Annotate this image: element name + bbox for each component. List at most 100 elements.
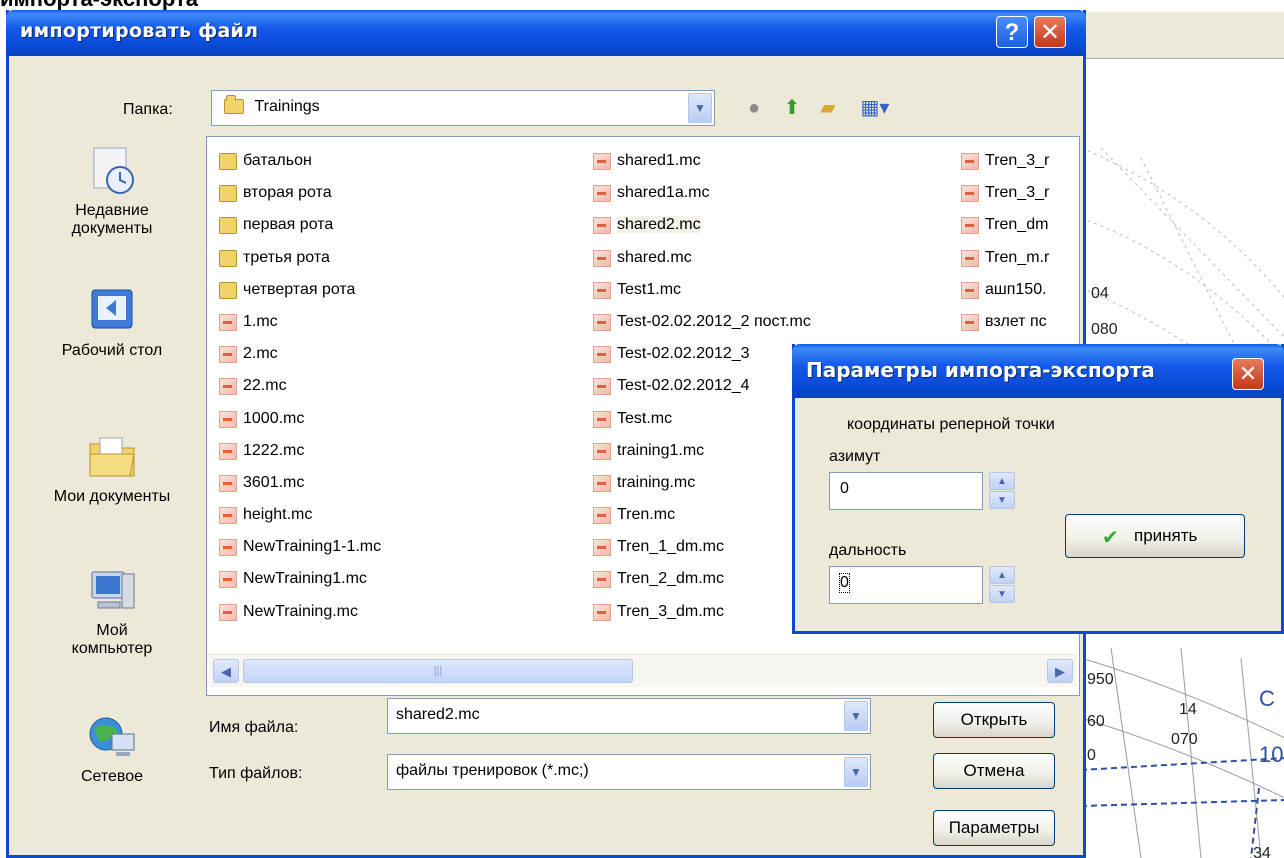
list-item[interactable]: третья рота (213, 242, 381, 274)
mc-file-icon (219, 346, 237, 364)
spin-up-icon[interactable]: ▲ (989, 472, 1015, 490)
list-item[interactable]: Tren_dm (955, 209, 1075, 241)
file-name: 22.mc (243, 377, 287, 395)
list-item[interactable]: Tren_m.r (955, 242, 1075, 274)
list-item[interactable]: взлет пс (955, 306, 1075, 338)
list-item[interactable]: shared1a.mc (587, 177, 811, 209)
range-field[interactable]: 0 (829, 566, 983, 604)
file-name: Test-02.02.2012_2 пост.mc (617, 312, 811, 330)
spin-up-icon[interactable]: ▲ (989, 566, 1015, 584)
list-item[interactable]: training.mc (587, 467, 811, 499)
mc-file-icon (593, 603, 611, 621)
mc-file-icon (593, 153, 611, 170)
list-item[interactable]: height.mc (213, 499, 381, 531)
dialog-titlebar[interactable]: импортировать файл ? ✕ (6, 10, 1086, 56)
azimuth-value[interactable]: 0 (840, 480, 849, 498)
azimuth-field[interactable]: 0 (829, 472, 983, 510)
list-item[interactable]: shared1.mc (587, 145, 811, 177)
list-item[interactable]: Tren_3_r (955, 145, 1075, 177)
list-item[interactable]: 22.mc (213, 370, 381, 402)
mc-file-icon (219, 442, 237, 460)
new-folder-icon[interactable]: ▰ (813, 95, 843, 121)
list-item[interactable]: первая рота (213, 209, 381, 241)
list-item[interactable]: Tren_3_r (955, 177, 1075, 209)
open-button[interactable]: Открыть (933, 702, 1055, 738)
file-name-input[interactable]: shared2.mc (396, 706, 480, 724)
back-icon[interactable]: ● (739, 95, 769, 121)
list-item[interactable]: четвертая рота (213, 274, 381, 306)
file-name-combo[interactable]: shared2.mc ▼ (387, 698, 871, 734)
file-name: Tren_3_r (985, 184, 1050, 202)
range-value[interactable]: 0 (839, 573, 850, 593)
mc-file-icon (219, 474, 237, 492)
mc-file-icon (961, 153, 979, 170)
view-menu-icon[interactable]: ▦▾ (855, 95, 895, 121)
list-item[interactable]: ашп150. (955, 274, 1075, 306)
parameters-button[interactable]: Параметры (933, 810, 1055, 846)
list-item[interactable]: 3601.mc (213, 467, 381, 499)
list-item[interactable]: Tren_3_dm.mc (587, 596, 811, 628)
place-recent[interactable]: Недавние документы (27, 146, 197, 238)
list-item[interactable]: training1.mc (587, 435, 811, 467)
folder-icon (219, 249, 237, 267)
my-computer-icon (91, 571, 135, 609)
list-item[interactable]: Test-02.02.2012_3 (587, 338, 811, 370)
list-item[interactable]: NewTraining1-1.mc (213, 531, 381, 563)
list-item[interactable]: shared.mc (587, 242, 811, 274)
folder-value: Trainings (254, 98, 320, 115)
chevron-down-icon[interactable]: ▼ (844, 701, 868, 731)
file-name: shared1a.mc (617, 184, 710, 202)
list-item[interactable]: NewTraining.mc (213, 596, 381, 628)
mc-file-icon (593, 442, 611, 460)
params-close-button[interactable]: ✕ (1232, 358, 1264, 390)
my-documents-icon (89, 437, 135, 477)
params-titlebar[interactable]: Параметры импорта-экспорта ✕ (792, 344, 1284, 398)
list-item[interactable]: Tren_1_dm.mc (587, 531, 811, 563)
spin-down-icon[interactable]: ▼ (989, 585, 1015, 603)
file-name: 2.mc (243, 345, 278, 363)
list-item[interactable]: Tren_2_dm.mc (587, 563, 811, 595)
range-spinner[interactable]: ▲ ▼ (989, 566, 1015, 604)
places-bar: Недавние документы Рабочий стол Мои доку… (27, 136, 197, 796)
list-item[interactable]: 2.mc (213, 338, 381, 370)
place-desktop[interactable]: Рабочий стол (27, 286, 197, 360)
list-item[interactable]: Tren.mc (587, 499, 811, 531)
place-my-documents[interactable]: Мои документы (27, 432, 197, 506)
scroll-left-icon[interactable]: ◀ (213, 659, 239, 683)
scroll-right-icon[interactable]: ▶ (1047, 659, 1073, 683)
list-item[interactable]: 1.mc (213, 306, 381, 338)
radar-label-c: С (1259, 686, 1275, 711)
scrollbar-thumb[interactable]: ||| (243, 659, 633, 683)
file-name: вторая рота (243, 184, 332, 202)
file-type-combo[interactable]: файлы тренировок (*.mc;) ▼ (387, 754, 871, 790)
accept-button[interactable]: ✔ принять (1065, 514, 1245, 558)
up-folder-icon[interactable]: ⬆ (777, 95, 807, 121)
file-name: Test1.mc (617, 280, 682, 298)
file-name: shared1.mc (617, 152, 701, 169)
close-button[interactable]: ✕ (1034, 16, 1066, 48)
list-item[interactable]: Test-02.02.2012_2 пост.mc (587, 306, 811, 338)
chevron-down-icon[interactable]: ▼ (844, 757, 868, 787)
place-network[interactable]: Сетевое (27, 712, 197, 786)
list-item[interactable]: 1222.mc (213, 435, 381, 467)
list-item[interactable]: Test1.mc (587, 274, 811, 306)
cancel-button[interactable]: Отмена (933, 753, 1055, 789)
help-button[interactable]: ? (996, 16, 1028, 48)
chevron-down-icon[interactable]: ▼ (688, 93, 712, 123)
list-item-selected[interactable]: shared2.mc (587, 209, 811, 241)
file-name: Test.mc (617, 409, 673, 427)
list-item[interactable]: 1000.mc (213, 403, 381, 435)
list-item[interactable]: NewTraining1.mc (213, 563, 381, 595)
spin-down-icon[interactable]: ▼ (989, 491, 1015, 509)
azimuth-spinner[interactable]: ▲ ▼ (989, 472, 1015, 510)
list-item[interactable]: Test.mc (587, 403, 811, 435)
file-type-value: файлы тренировок (*.mc;) (396, 762, 589, 779)
folder-combo[interactable]: Trainings ▼ (211, 90, 715, 126)
list-item[interactable]: вторая рота (213, 177, 381, 209)
horizontal-scrollbar[interactable]: ◀ ||| ▶ (209, 654, 1077, 687)
recent-documents-icon (93, 147, 134, 194)
place-my-computer[interactable]: Мой компьютер (27, 566, 197, 658)
list-item[interactable]: батальон (213, 145, 381, 177)
list-item[interactable]: Test-02.02.2012_4 (587, 370, 811, 402)
mc-file-icon (593, 313, 611, 331)
